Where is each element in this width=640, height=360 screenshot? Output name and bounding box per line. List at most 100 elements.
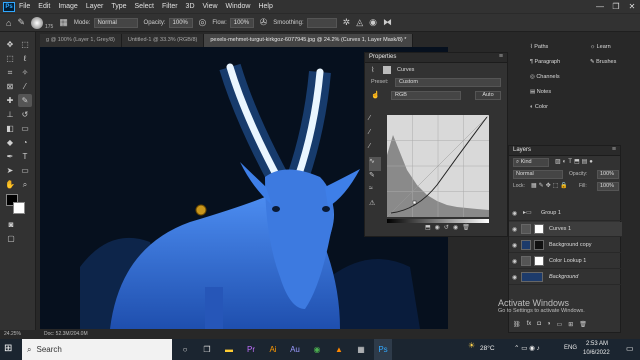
pen-tool-icon[interactable]: ✒ [3,150,17,163]
pressure-opacity-icon[interactable]: ◎ [199,17,207,28]
hand-tool-icon[interactable]: ✋ [3,178,17,191]
visibility-eye-icon[interactable]: ◉ [512,274,517,281]
delete-adjustment-icon[interactable]: 🗑 [462,224,470,231]
smoothing-field[interactable] [306,17,337,28]
tray-icons[interactable]: ⌃ ▭ ◉ ♪ [514,344,540,352]
menu-image[interactable]: Image [58,3,77,10]
opacity-field[interactable]: 100% [168,17,193,28]
panel-menu-icon[interactable]: ≡ [499,53,503,60]
layer-row-background-copy[interactable]: ◉ Background copy [509,238,622,253]
language-indicator[interactable]: ENG [564,345,577,351]
pressure-size-icon[interactable]: ◉ [369,17,377,28]
dock-brushes[interactable]: ✎ Brushes [590,59,616,74]
layer-opacity-field[interactable]: 100% [597,170,619,179]
dock-color[interactable]: ◐ Color [530,104,560,119]
smooth-curve-icon[interactable]: ≈ [369,185,381,199]
taskbar-search[interactable]: ⌕ Search [22,339,172,360]
zoom-tool-icon[interactable]: ⌕ [18,178,32,191]
menu-edit[interactable]: Edit [38,3,50,10]
rectangle-tool-icon[interactable]: ▭ [18,164,32,177]
background-color-swatch[interactable] [13,202,25,214]
visibility-eye-icon[interactable]: ◉ [512,226,517,233]
menu-help[interactable]: Help [258,3,272,10]
audition-icon[interactable]: Au [286,339,304,360]
visibility-eye-icon[interactable]: ◉ [512,210,517,217]
view-previous-icon[interactable]: ◉ [435,224,440,231]
menu-3d[interactable]: 3D [186,3,195,10]
visibility-icon[interactable]: ◉ [453,224,458,231]
healing-brush-icon[interactable]: ✚ [3,94,17,107]
brush-settings-icon[interactable]: ▦ [59,17,68,28]
windows-start-icon[interactable]: ⊞ [4,343,12,354]
maximize-button[interactable]: ❐ [608,0,624,13]
eyedropper-tool-icon[interactable]: ⁄ [18,80,32,93]
smoothing-options-icon[interactable]: ✲ [343,17,351,28]
gradient-tool-icon[interactable]: ▭ [18,122,32,135]
eraser-tool-icon[interactable]: ◧ [3,122,17,135]
preset-select[interactable]: Custom [395,78,501,87]
filter-icons[interactable]: ▨◐T⬒▤● [555,158,595,165]
dock-learn[interactable]: ☼ Learn [590,44,616,59]
layer-row-color-lookup[interactable]: ◉ Color Lookup 1 [509,254,622,269]
channel-select[interactable]: RGB [391,91,461,100]
menu-filter[interactable]: Filter [162,3,178,10]
path-selection-icon[interactable]: ➤ [3,164,17,177]
lasso-tool-icon[interactable]: ℓ [18,52,32,65]
visibility-eye-icon[interactable]: ◉ [512,242,517,249]
blend-mode-select[interactable]: Normal [513,170,563,179]
dock-channels[interactable]: ◎ Channels [530,74,560,89]
crop-tool-icon[interactable]: ⌗ [3,66,17,79]
tab-active-doc[interactable]: pexels-mehmet-turgut-kirkgoz-6077945.jpg… [204,34,414,47]
fill-field[interactable]: 100% [597,182,619,191]
notifications-icon[interactable]: ▭ [626,344,634,353]
layer-style-icon[interactable]: fx [527,321,532,328]
doc-size[interactable]: Doc: 52.3M/204.0M [44,331,88,337]
frame-tool-icon[interactable]: ⊠ [3,80,17,93]
black-point-eyedropper-icon[interactable]: ⁄ [369,115,381,129]
layer-row-background[interactable]: ◉ Background [509,270,622,285]
layer-mask-thumbnail[interactable] [534,224,544,234]
reset-icon[interactable]: ↺ [444,224,449,231]
curves-adjust-icon[interactable]: ⌇ [371,66,374,74]
layer-mask-thumbnail[interactable] [534,256,544,266]
curve-points-icon[interactable]: ∿ [369,157,381,171]
dock-paths[interactable]: ⌇ Paths [530,44,560,59]
gray-point-eyedropper-icon[interactable]: ⁄ [369,129,381,143]
layer-row-group[interactable]: ◉ ▸▭ Group 1 [509,206,622,221]
premiere-icon[interactable]: Pr [242,339,260,360]
magic-wand-icon[interactable]: ✧ [18,66,32,79]
white-point-eyedropper-icon[interactable]: ⁄ [369,143,381,157]
dock-paragraph[interactable]: ¶ Paragraph [530,59,560,74]
move-tool-icon[interactable]: ✥ [3,38,17,51]
new-group-icon[interactable]: ▭ [557,321,563,328]
delete-layer-icon[interactable]: 🗑 [579,321,587,328]
blur-tool-icon[interactable]: ◆ [3,136,17,149]
task-view-icon[interactable]: ❐ [198,339,216,360]
airbrush-icon[interactable]: ✇ [260,17,268,28]
auto-button[interactable]: Auto [475,91,501,100]
dodge-tool-icon[interactable]: ◔ [18,136,32,149]
layer-row-curves[interactable]: ◉ Curves 1 [509,222,622,237]
windows-app-icon[interactable]: ▦ [352,339,370,360]
mask-icon[interactable] [383,66,391,74]
curves-graph[interactable] [387,115,489,217]
brush-preset-picker[interactable] [30,16,43,29]
new-layer-icon[interactable]: ⊞ [568,321,573,328]
mode-select[interactable]: Normal [93,17,138,28]
weather-temp[interactable]: 28°C [480,345,495,352]
vlc-icon[interactable]: ▲ [330,339,348,360]
clip-to-layer-icon[interactable]: ⬒ [425,224,431,231]
tab-untitled-1[interactable]: Untitled-1 @ 33.3% (RGB/8) [121,34,205,47]
minimize-button[interactable]: — [592,0,608,13]
brush-tool-icon[interactable]: ✎ [17,17,25,28]
layer-mask-thumbnail[interactable] [534,240,544,250]
cortana-icon[interactable]: ○ [176,339,194,360]
photoshop-logo-icon[interactable]: Ps [3,1,15,12]
clone-stamp-icon[interactable]: ⊥ [3,108,17,121]
menu-layer[interactable]: Layer [86,3,104,10]
pencil-curve-icon[interactable]: ✎ [369,171,381,185]
clipping-warning-icon[interactable]: ⚠ [369,199,381,213]
kind-filter-select[interactable]: ⌕ Kind [513,158,549,167]
clock-time[interactable]: 2:53 AM [586,341,608,347]
menu-view[interactable]: View [203,3,218,10]
